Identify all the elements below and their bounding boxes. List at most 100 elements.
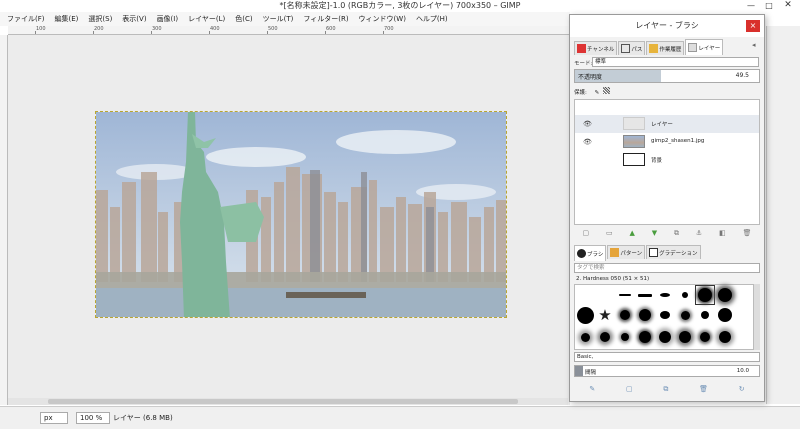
brush-item[interactable] (575, 305, 595, 325)
image-canvas[interactable] (95, 111, 507, 318)
spacing-label: 間隔 (585, 370, 597, 376)
tab-paths[interactable]: パス (618, 41, 646, 55)
layer-mask-icon[interactable]: ◧ (719, 229, 726, 237)
brush-item[interactable] (615, 285, 635, 305)
brush-item[interactable] (615, 305, 635, 325)
menu-image[interactable]: 画像(I) (152, 14, 184, 24)
tab-layers[interactable]: レイヤー (685, 39, 724, 55)
brush-item[interactable]: ★ (595, 305, 615, 325)
new-brush-icon[interactable]: ▢ (626, 385, 633, 393)
brush-item[interactable] (695, 305, 715, 325)
menu-filters[interactable]: フィルター(R) (298, 14, 353, 24)
brush-item[interactable] (655, 305, 675, 325)
eye-icon[interactable]: 👁 (583, 138, 592, 146)
brush-item[interactable] (575, 327, 595, 347)
close-window-button[interactable]: ✕ (780, 1, 796, 11)
raise-layer-icon[interactable]: ▲ (629, 229, 634, 237)
layers-list[interactable]: 👁 レイヤー 👁 gimp2_shasen1.jpg 背景 (574, 99, 760, 225)
menu-edit[interactable]: 編集(E) (50, 14, 84, 24)
menu-help[interactable]: ヘルプ(H) (411, 14, 453, 24)
delete-brush-icon[interactable]: 🗑 (699, 385, 708, 393)
brush-item[interactable] (615, 327, 635, 347)
canvas-area[interactable] (8, 35, 570, 405)
brush-item[interactable] (655, 327, 675, 347)
brush-tag-filter[interactable]: タグで検索 (574, 263, 760, 273)
brush-preset-select[interactable]: Basic, (574, 352, 760, 362)
tab-gradients[interactable]: グラデーション (646, 245, 701, 259)
menu-file[interactable]: ファイル(F) (2, 14, 50, 24)
opacity-slider[interactable]: 不透明度 49.5 (574, 69, 760, 83)
tab-channels[interactable]: チャンネル (574, 41, 618, 55)
brush-item[interactable] (675, 285, 695, 305)
ruler-tick (35, 31, 36, 34)
brush-tabs: ブラシ パターン グラデーション (574, 245, 760, 261)
brush-item[interactable] (715, 305, 735, 325)
brush-item[interactable] (635, 327, 655, 347)
brush-item[interactable] (655, 285, 675, 305)
brush-item[interactable] (715, 285, 735, 305)
layer-thumbnail (623, 117, 645, 130)
delete-layer-icon[interactable]: 🗑 (743, 229, 752, 237)
spacing-value: 10.0 (736, 368, 749, 374)
brush-grid-scrollbar[interactable] (754, 284, 760, 350)
spacing-slider[interactable]: 間隔 10.0 (574, 365, 760, 377)
lock-pixels-icon[interactable]: ✎ (595, 90, 600, 96)
lock-alpha-icon[interactable] (602, 87, 610, 94)
refresh-brushes-icon[interactable]: ↻ (739, 385, 745, 393)
edit-brush-icon[interactable]: ✎ (589, 385, 595, 393)
brush-item[interactable] (675, 327, 695, 347)
anchor-layer-icon[interactable]: ⚓ (696, 229, 702, 237)
menu-colors[interactable]: 色(C) (230, 14, 257, 24)
layer-row[interactable]: 👁 gimp2_shasen1.jpg (575, 133, 759, 151)
horizontal-scrollbar[interactable] (8, 398, 568, 405)
ruler-tick (209, 31, 210, 34)
menu-tools[interactable]: ツール(T) (258, 14, 299, 24)
brush-item[interactable] (695, 327, 715, 347)
brush-item[interactable] (715, 327, 735, 347)
lower-layer-icon[interactable]: ▼ (652, 229, 657, 237)
layer-row[interactable]: 👁 レイヤー (575, 115, 759, 133)
tab-brushes[interactable]: ブラシ (574, 245, 607, 261)
dock-titlebar: レイヤー - ブラシ (570, 15, 764, 37)
zoom-select[interactable]: 100 % (76, 412, 110, 424)
duplicate-brush-icon[interactable]: ⧉ (663, 385, 668, 394)
menu-select[interactable]: 選択(S) (83, 14, 117, 24)
right-panel-strip (766, 26, 800, 404)
horizontal-scroll-thumb[interactable] (48, 399, 518, 404)
new-layer-icon[interactable]: ▢ (582, 229, 589, 237)
layers-brushes-dock: レイヤー - ブラシ × チャンネル パス 作業履歴 レイヤー ◂ モード: 標… (569, 14, 765, 402)
city-photo-image (96, 112, 506, 317)
gradient-icon (649, 248, 659, 257)
maximize-button[interactable]: □ (762, 1, 776, 11)
brush-item[interactable] (635, 285, 655, 305)
tab-patterns[interactable]: パターン (607, 245, 646, 259)
brush-item[interactable] (675, 305, 695, 325)
layer-row[interactable]: 背景 (575, 151, 759, 169)
unit-select[interactable]: px (40, 412, 68, 424)
menu-layer[interactable]: レイヤー(L) (183, 14, 230, 24)
menu-view[interactable]: 表示(V) (117, 14, 151, 24)
brush-item-selected[interactable] (695, 285, 715, 305)
minimize-button[interactable]: — (744, 1, 758, 11)
layers-icon (688, 43, 698, 52)
new-layer-group-icon[interactable]: ▭ (606, 229, 613, 237)
duplicate-layer-icon[interactable]: ⧉ (674, 229, 679, 238)
dock-title: レイヤー - ブラシ (635, 21, 699, 30)
mode-label: モード: (574, 61, 593, 67)
ruler-tick (93, 31, 94, 34)
brush-item[interactable] (635, 305, 655, 325)
dock-tabs: チャンネル パス 作業履歴 レイヤー (574, 39, 760, 55)
eye-icon[interactable]: 👁 (583, 120, 592, 128)
brush-item[interactable] (595, 327, 615, 347)
undo-history-icon (649, 44, 659, 53)
tab-undo-history[interactable]: 作業履歴 (646, 41, 685, 55)
dock-configure-icon[interactable]: ◂ (752, 41, 760, 49)
window-titlebar: *[名称未設定]-1.0 (RGBカラー, 3枚のレイヤー) 700x350 –… (0, 0, 800, 12)
dock-close-button[interactable]: × (746, 20, 760, 32)
mode-select[interactable]: 標準 (592, 57, 759, 67)
ruler-label: 600 (326, 26, 336, 32)
brush-toolbar: ✎ ▢ ⧉ 🗑 ↻ (574, 383, 760, 395)
menu-windows[interactable]: ウィンドウ(W) (354, 14, 411, 24)
horizontal-ruler: 100 200 300 400 500 600 700 (8, 26, 570, 35)
brush-grid[interactable]: ★ (574, 284, 754, 350)
